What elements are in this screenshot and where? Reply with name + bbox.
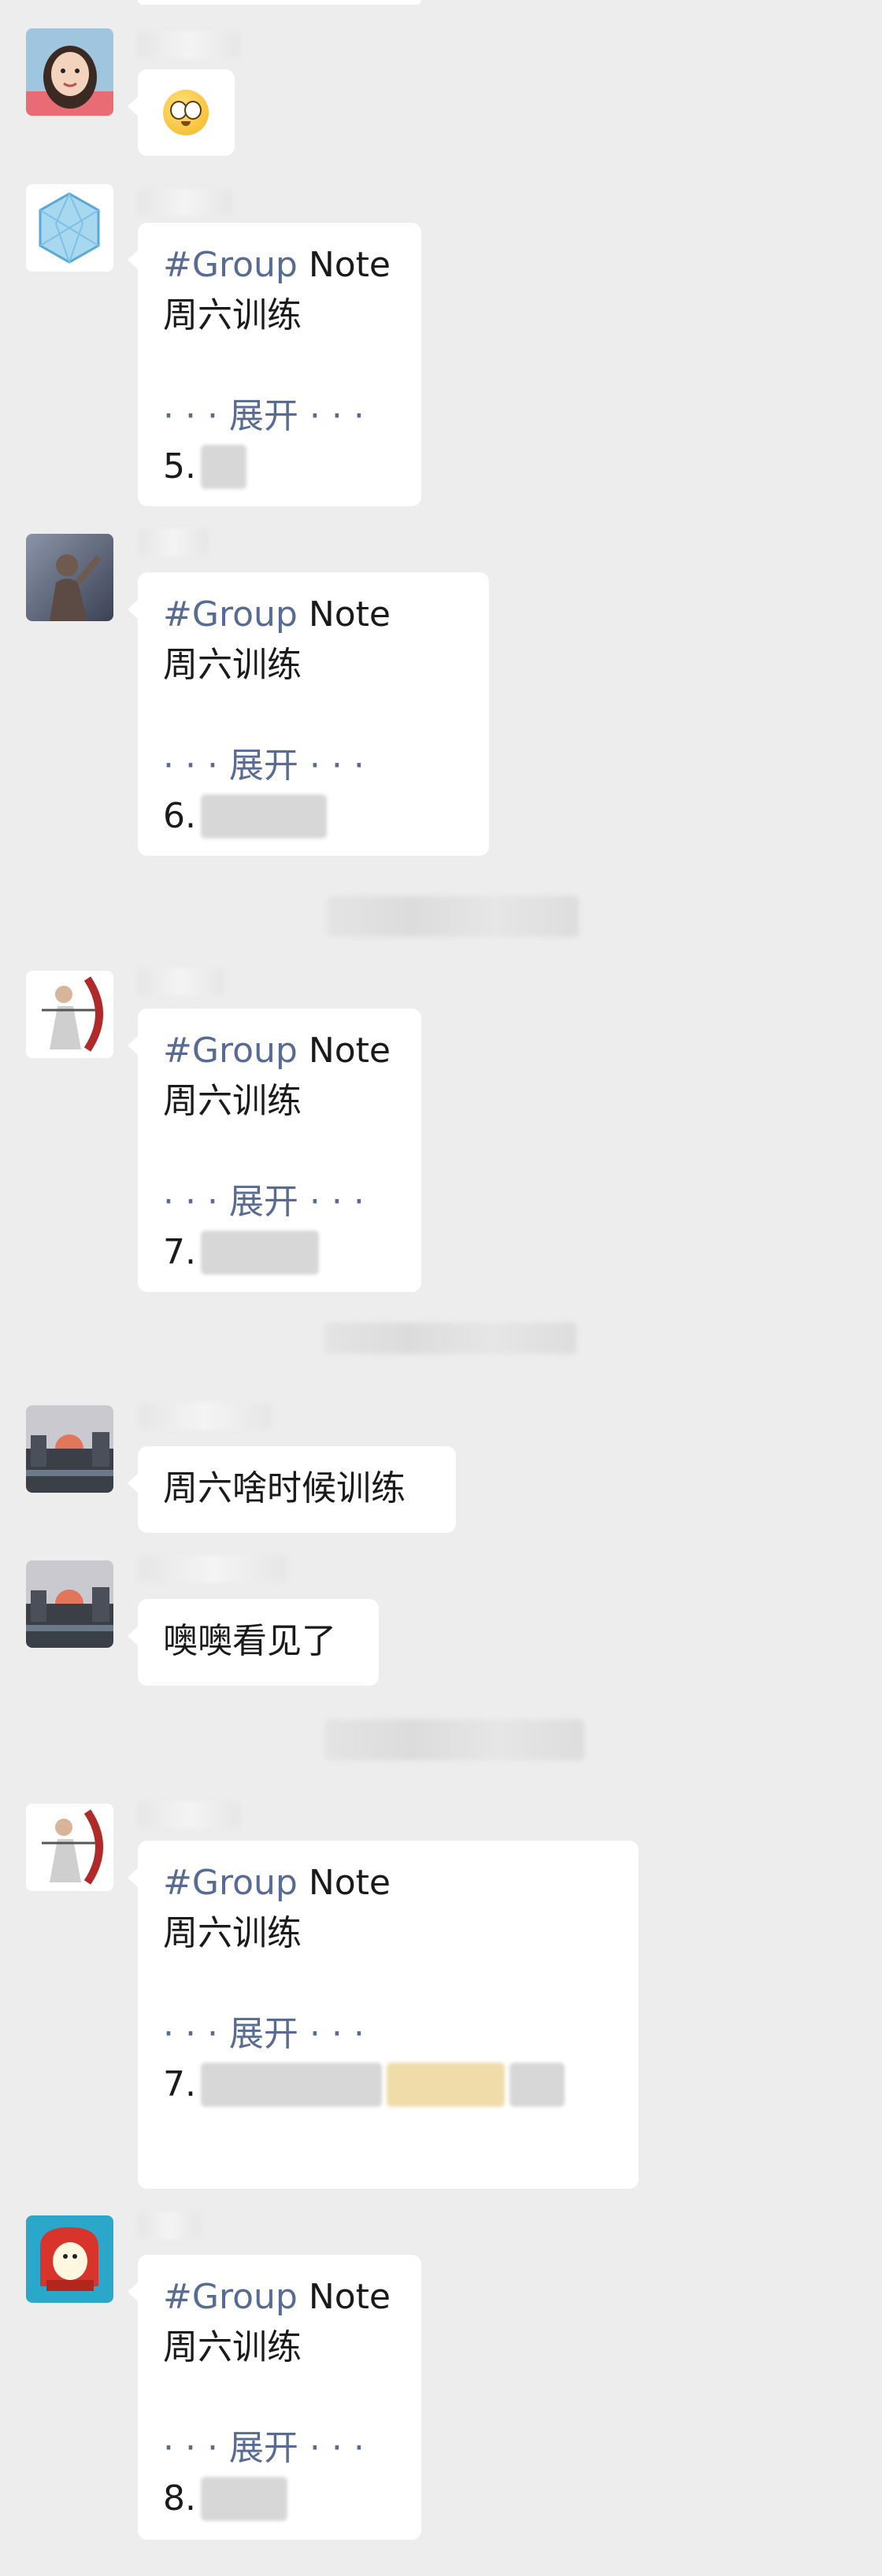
entry-number: 5. <box>163 446 196 487</box>
sender-name-blurred <box>138 1403 272 1430</box>
note-entry-line: 6. <box>163 791 464 842</box>
note-entry-line: 8. <box>163 2474 396 2524</box>
note-label: Note <box>308 594 391 635</box>
note-subtitle: 周六训练 <box>163 1913 302 1953</box>
note-subtitle: 周六训练 <box>163 1081 302 1121</box>
avatar-archer[interactable] <box>26 971 113 1058</box>
avatar-sunset-town[interactable] <box>26 1405 113 1493</box>
message-bubble[interactable] <box>128 69 235 156</box>
expand-link[interactable]: · · · 展开 · · · <box>163 2009 613 2060</box>
blurred-content <box>200 2063 382 2107</box>
entry-number: 6. <box>163 796 196 836</box>
note-subtitle: 周六训练 <box>163 645 302 685</box>
group-note-bubble[interactable]: #Group Note 周六训练 · · · 展开 · · · 7. <box>128 1841 639 2189</box>
blurred-content <box>200 445 246 489</box>
avatar-crystal[interactable] <box>26 184 113 272</box>
message-bubble[interactable]: 周六啥时候训练 <box>128 1446 456 1533</box>
blurred-content <box>200 794 327 838</box>
entry-number: 7. <box>163 2064 196 2104</box>
blurred-content <box>200 2477 287 2521</box>
message-bubble[interactable]: 噢噢看见了 <box>128 1599 379 1686</box>
pleading-face-emoji <box>163 90 209 135</box>
system-notice-blurred <box>324 1323 576 1354</box>
note-title: #Group Note <box>163 590 464 640</box>
group-hashtag[interactable]: #Group <box>163 1026 298 1076</box>
group-note-bubble[interactable]: #Group Note 周六训练 · · · 展开 · · · 6. <box>128 572 489 856</box>
note-title: #Group Note <box>163 240 396 291</box>
note-label: Note <box>308 1863 391 1903</box>
sender-name-blurred <box>138 1801 240 1828</box>
sender-name-blurred <box>138 31 240 58</box>
note-title: #Group Note <box>163 2272 396 2322</box>
avatar-man-photo[interactable] <box>26 534 113 621</box>
system-notice-blurred <box>327 896 579 937</box>
message-text: 周六啥时候训练 <box>163 1468 406 1508</box>
group-note-bubble[interactable]: #Group Note 周六训练 · · · 展开 · · · 7. <box>128 1009 421 1292</box>
note-entry-line: 7. <box>163 1227 396 1278</box>
avatar-archer[interactable] <box>26 1804 113 1891</box>
group-note-bubble[interactable]: #Group Note 周六训练 · · · 展开 · · · 8. <box>128 2255 421 2540</box>
group-hashtag[interactable]: #Group <box>163 590 298 640</box>
previous-message-bubble <box>138 0 421 5</box>
sender-name-blurred <box>138 2212 201 2239</box>
note-title: #Group Note <box>163 1858 613 1908</box>
group-hashtag[interactable]: #Group <box>163 240 298 291</box>
avatar-sunset-town[interactable] <box>26 1560 113 1648</box>
blurred-content <box>386 2063 505 2107</box>
expand-link[interactable]: · · · 展开 · · · <box>163 2423 396 2474</box>
expand-link[interactable]: · · · 展开 · · · <box>163 741 464 791</box>
blurred-content <box>509 2063 565 2107</box>
note-label: Note <box>308 2277 391 2317</box>
note-subtitle: 周六训练 <box>163 295 302 335</box>
expand-link[interactable]: · · · 展开 · · · <box>163 391 396 442</box>
sender-name-blurred <box>138 189 232 216</box>
note-subtitle: 周六训练 <box>163 2327 302 2367</box>
group-hashtag[interactable]: #Group <box>163 2272 298 2322</box>
entry-number: 7. <box>163 1232 196 1272</box>
avatar-cartoon-chair[interactable] <box>26 2215 113 2303</box>
sender-name-blurred <box>138 968 224 995</box>
system-notice-blurred <box>324 1719 584 1760</box>
note-entry-line: 5. <box>163 442 396 492</box>
entry-number: 8. <box>163 2478 196 2519</box>
message-text: 噢噢看见了 <box>163 1621 336 1661</box>
note-title: #Group Note <box>163 1026 396 1076</box>
note-label: Note <box>308 1031 391 1071</box>
blurred-content <box>200 1231 319 1275</box>
group-note-bubble[interactable]: #Group Note 周六训练 · · · 展开 · · · 5. <box>128 223 421 506</box>
avatar-girl[interactable] <box>26 28 113 116</box>
group-hashtag[interactable]: #Group <box>163 1858 298 1908</box>
note-label: Note <box>308 245 391 285</box>
note-entry-line: 7. <box>163 2060 613 2110</box>
expand-link[interactable]: · · · 展开 · · · <box>163 1177 396 1227</box>
sender-name-blurred <box>138 529 209 556</box>
sender-name-blurred <box>138 1556 287 1582</box>
